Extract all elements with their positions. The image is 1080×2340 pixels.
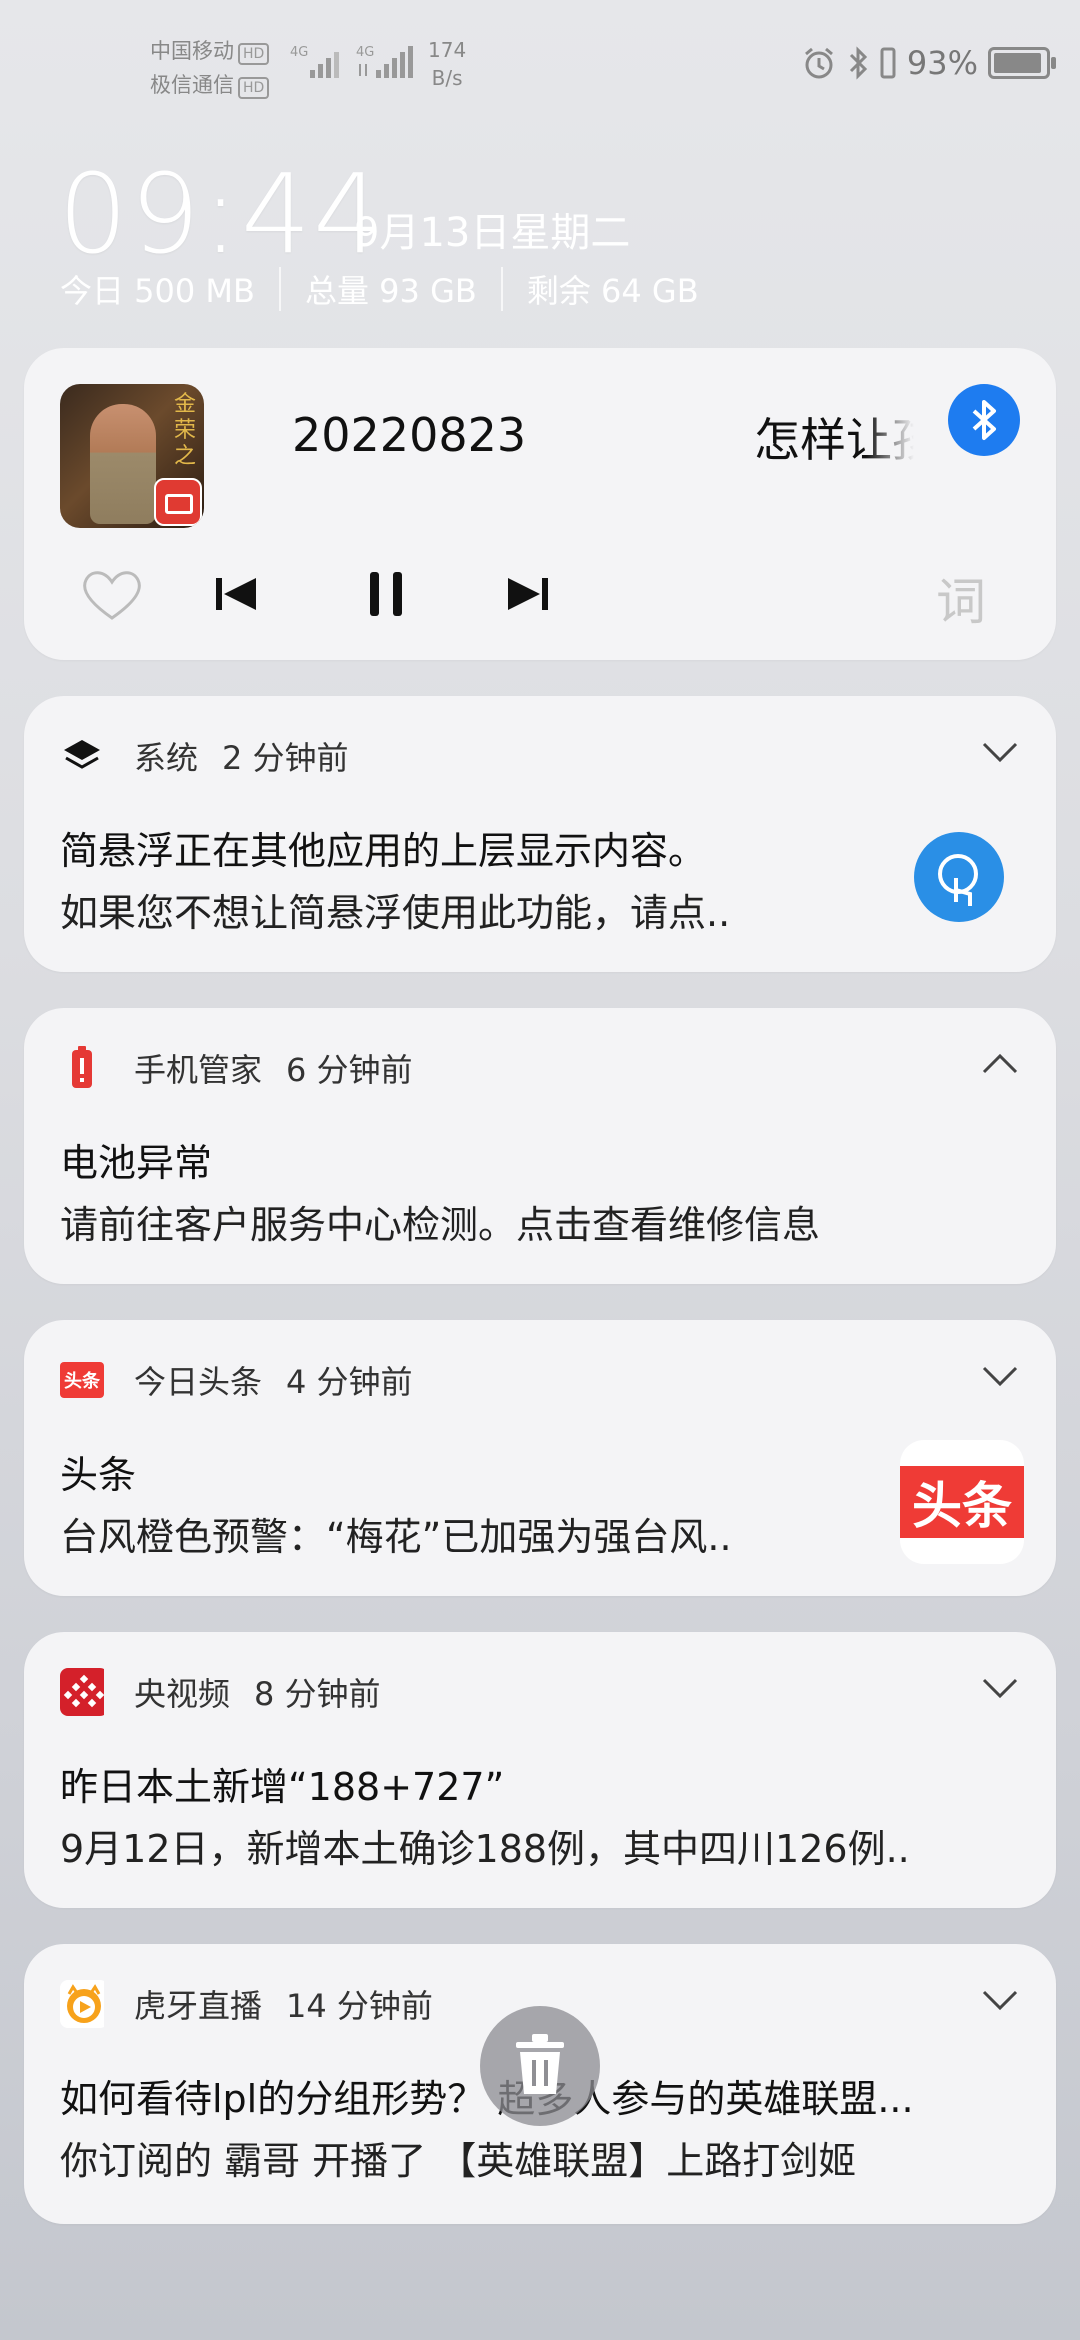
data-total: 总量 93 GB	[305, 272, 477, 310]
network-2: 4G	[356, 45, 374, 60]
data-remaining: 剩余 64 GB	[526, 272, 699, 310]
status-bar: 中国移动 HD 极信通信 HD 4G 4G 174 B/s 93%	[0, 0, 1080, 140]
media-player-card[interactable]: 金 荣 之 20220823 怎样让孩 词	[24, 348, 1056, 660]
clock-time: 09:44	[58, 150, 386, 278]
toutiao-app-icon-label: 头条	[60, 1362, 104, 1398]
notification-header: 头条 今日头条 4 分钟前	[60, 1356, 413, 1404]
floating-touch-icon	[914, 832, 1004, 922]
toutiao-app-icon: 头条	[60, 1358, 104, 1402]
notification-system[interactable]: 系统 2 分钟前 简悬浮正在其他应用的上层显示内容。 如果您不想让简悬浮使用此功…	[24, 696, 1056, 972]
bluetooth-icon	[849, 46, 867, 80]
notification-body: 你订阅的 霸哥 开播了 【英雄联盟】上路打剑姬	[60, 2139, 857, 2183]
chevron-down-icon[interactable]	[980, 1988, 1020, 2012]
chevron-down-icon[interactable]	[980, 740, 1020, 764]
album-calligraphy: 金 荣 之	[173, 392, 196, 469]
carrier-2: 极信通信	[150, 73, 234, 97]
notification-app-name: 今日头条	[134, 1363, 263, 1401]
notification-app-name: 虎牙直播	[134, 1987, 263, 2025]
data-usage: 今日 500 MB 总量 93 GB 剩余 64 GB	[60, 266, 699, 312]
status-right: 93%	[801, 44, 1056, 82]
notification-time: 8 分钟前	[254, 1675, 381, 1713]
pause-icon[interactable]	[350, 558, 422, 630]
favorite-heart-icon[interactable]	[76, 558, 148, 630]
notification-header: 虎牙直播 14 分钟前	[60, 1980, 433, 2028]
notification-body: 如果您不想让简悬浮使用此功能，请点..	[60, 891, 731, 935]
battery-alert-icon	[60, 1046, 104, 1090]
media-app-badge-icon	[154, 478, 202, 526]
cctv-app-icon	[60, 1668, 104, 1716]
network-speed-value: 174	[428, 38, 467, 62]
notification-toutiao[interactable]: 头条 今日头条 4 分钟前 头条 台风橙色预警：“梅花”已加强为强台风.. 头条	[24, 1320, 1056, 1596]
chevron-up-icon[interactable]	[980, 1052, 1020, 1076]
trash-icon	[516, 2034, 564, 2094]
album-figure	[90, 404, 156, 524]
notification-body: 台风橙色预警：“梅花”已加强为强台风..	[60, 1515, 732, 1559]
toutiao-thumbnail-label: 头条	[900, 1466, 1024, 1538]
previous-track-icon[interactable]	[200, 558, 272, 630]
notification-title: 昨日本土新增“188+727”	[60, 1765, 505, 1809]
signal-2-icon: 4G	[356, 45, 413, 78]
notification-app-name: 系统	[134, 739, 199, 777]
notification-header: 央视频 8 分钟前	[60, 1668, 381, 1716]
notification-title: 电池异常	[60, 1141, 213, 1185]
network-speed-unit: B/s	[431, 66, 463, 90]
clear-all-button[interactable]	[480, 2006, 600, 2126]
bluetooth-icon	[972, 400, 996, 440]
notification-title: 简悬浮正在其他应用的上层显示内容。	[60, 829, 707, 873]
carrier-info: 中国移动 HD 极信通信 HD	[150, 34, 270, 102]
notification-cctv-video[interactable]: 央视频 8 分钟前 昨日本土新增“188+727” 9月12日，新增本土确诊18…	[24, 1632, 1056, 1908]
divider	[500, 267, 503, 311]
notification-time: 14 分钟前	[286, 1987, 433, 2025]
media-title: 20220823	[292, 408, 527, 462]
notification-app-name: 手机管家	[134, 1051, 263, 1089]
battery-fill	[994, 53, 1041, 73]
divider	[279, 267, 281, 311]
notification-time: 6 分钟前	[286, 1051, 413, 1089]
layers-icon	[60, 734, 104, 778]
battery-percent: 93%	[906, 44, 978, 82]
bluetooth-output-button[interactable]	[948, 384, 1020, 456]
huya-app-icon	[60, 1980, 104, 2028]
battery-icon	[988, 47, 1056, 79]
notification-header: 手机管家 6 分钟前	[60, 1044, 413, 1092]
notification-title: 头条	[60, 1453, 137, 1497]
network-speed: 174 B/s	[428, 36, 466, 92]
notification-header: 系统 2 分钟前	[60, 732, 349, 780]
network-1: 4G	[290, 45, 308, 60]
signal-1-icon: 4G	[290, 45, 339, 78]
notification-body: 请前往客户服务中心检测。点击查看维修信息	[60, 1203, 821, 1247]
data-today: 今日 500 MB	[60, 272, 255, 310]
vibrate-icon	[880, 47, 896, 79]
notification-time: 2 分钟前	[222, 739, 349, 777]
notification-app-name: 央视频	[134, 1675, 231, 1713]
hd-badge: HD	[238, 77, 270, 99]
lyrics-button[interactable]: 词	[936, 562, 986, 634]
media-subtitle: 怎样让孩	[754, 413, 914, 467]
chevron-down-icon[interactable]	[980, 1364, 1020, 1388]
hd-badge: HD	[238, 43, 270, 65]
media-controls: 词	[24, 558, 1056, 638]
notification-body: 9月12日，新增本土确诊188例，其中四川126例..	[60, 1827, 910, 1871]
toutiao-thumbnail: 头条	[900, 1440, 1024, 1564]
chevron-down-icon[interactable]	[980, 1676, 1020, 1700]
alarm-icon	[804, 47, 833, 79]
clock-date: 9月13日星期二	[354, 210, 631, 256]
carrier-1: 中国移动	[150, 39, 234, 63]
notification-phone-manager[interactable]: 手机管家 6 分钟前 电池异常 请前往客户服务中心检测。点击查看维修信息	[24, 1008, 1056, 1284]
album-art[interactable]: 金 荣 之	[60, 384, 204, 528]
notification-time: 4 分钟前	[286, 1363, 413, 1401]
next-track-icon[interactable]	[492, 558, 564, 630]
